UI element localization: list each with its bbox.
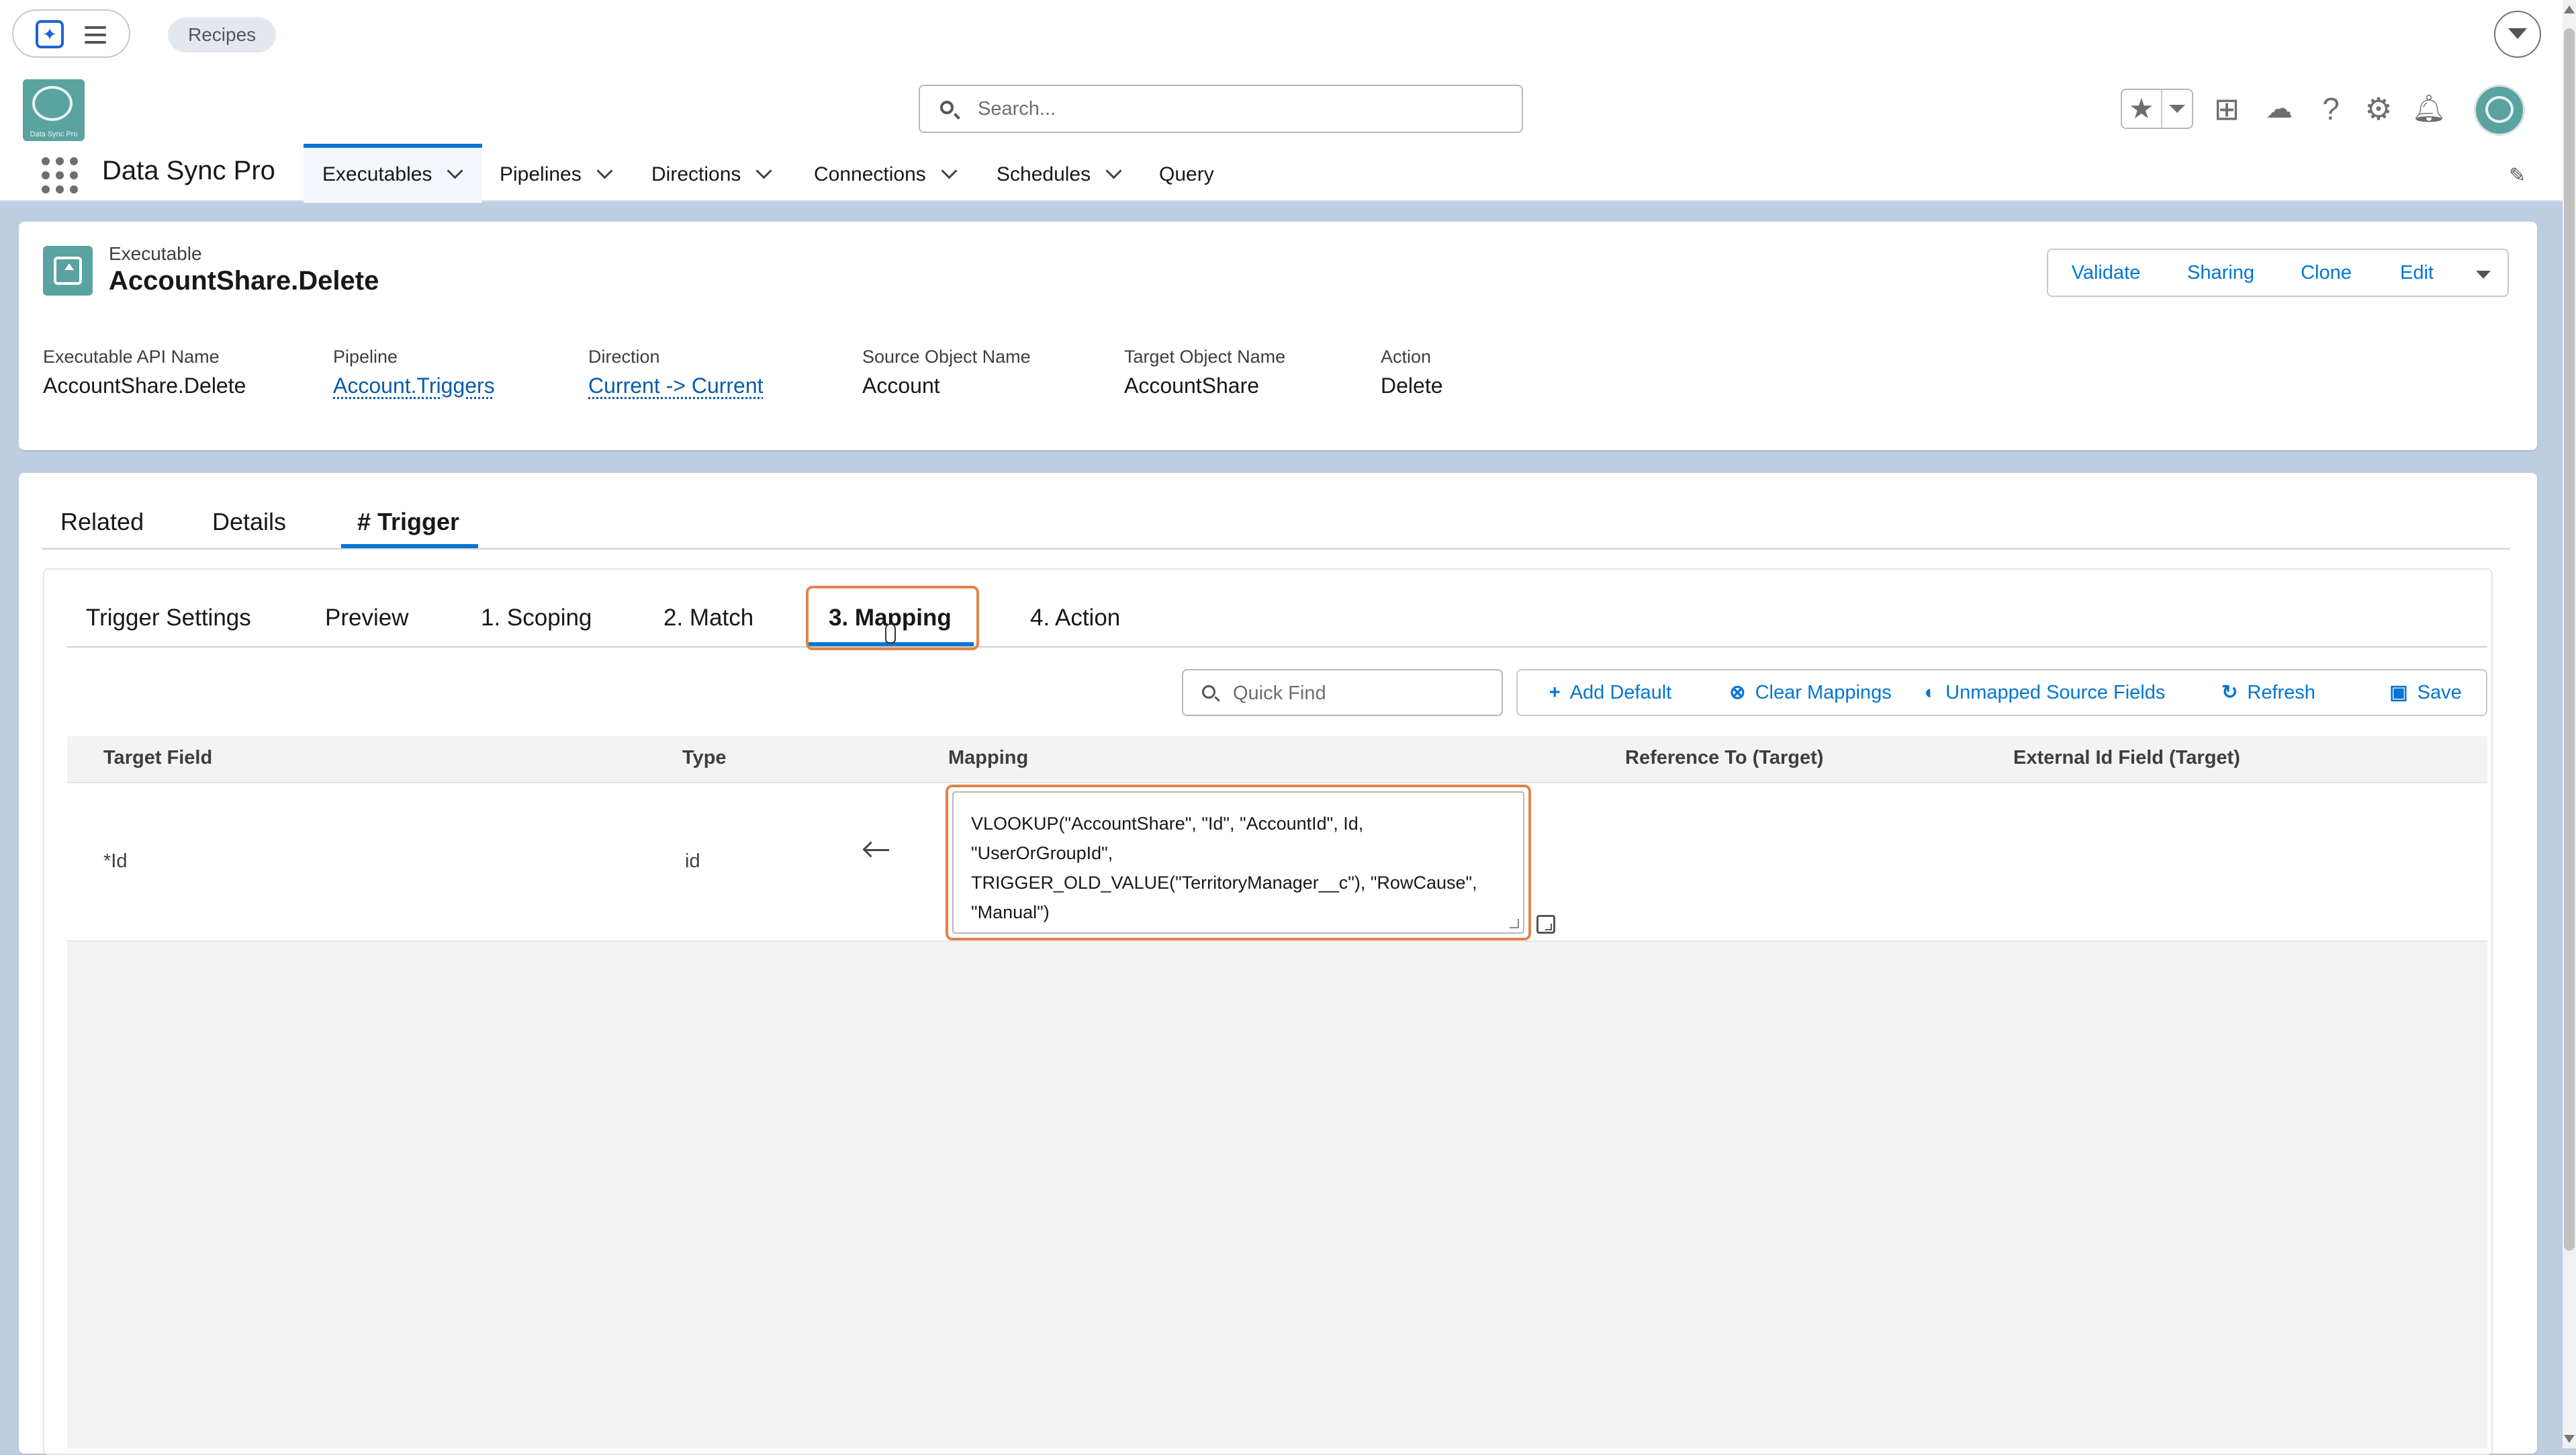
plus-icon: + (1549, 682, 1561, 703)
field-label-target-object: Target Object Name (1124, 347, 1286, 367)
subtab-scoping[interactable]: 1. Scoping (481, 605, 592, 631)
nav-tab-directions[interactable]: Directions (633, 144, 799, 203)
edit-nav-icon[interactable]: ✎ (2509, 164, 2526, 187)
chevron-down-icon[interactable] (447, 163, 463, 179)
scroll-up-icon[interactable] (2564, 5, 2575, 13)
cell-type: id (685, 850, 700, 872)
mouse-cursor (885, 623, 896, 644)
col-reference-to[interactable]: Reference To (Target) (1625, 747, 1823, 769)
subtab-preview[interactable]: Preview (325, 605, 408, 631)
resize-handle-icon[interactable] (1510, 919, 1519, 928)
app-name: Data Sync Pro (102, 156, 275, 185)
app-launcher-icon[interactable] (42, 157, 78, 193)
trailhead-icon[interactable]: ☁ (2259, 89, 2299, 129)
scrollbar-thumb[interactable] (2564, 28, 2575, 1251)
favorites-menu-icon[interactable] (2169, 105, 2185, 113)
refresh-button[interactable]: ↻ Refresh (2172, 669, 2366, 716)
field-label-source-object: Source Object Name (862, 347, 1031, 367)
field-label-api-name: Executable API Name (43, 347, 220, 367)
add-icon[interactable]: ⊞ (2208, 89, 2246, 129)
gear-icon[interactable]: ⚙ (2360, 89, 2397, 129)
mapping-formula: VLOOKUP("AccountShare", "Id", "AccountId… (971, 813, 1477, 922)
table-empty-area (67, 942, 2487, 1448)
add-default-button[interactable]: + Add Default (1516, 669, 1704, 716)
save-button[interactable]: ▣ Save (2365, 669, 2487, 716)
top-bar (0, 0, 2563, 70)
refresh-icon: ↻ (2221, 682, 2238, 703)
search-icon (940, 101, 954, 114)
global-search-input[interactable]: Search... (919, 85, 1523, 133)
quick-find-input[interactable]: Quick Find (1182, 669, 1503, 716)
nav-tab-pipelines[interactable]: Pipelines (481, 144, 633, 203)
nav-tab-query[interactable]: Query (1140, 144, 1234, 203)
field-label-pipeline: Pipeline (333, 347, 398, 367)
record-type: Executable (109, 243, 202, 264)
scroll-down-icon[interactable] (2564, 1435, 2575, 1443)
chevron-down-icon[interactable] (2494, 11, 2541, 58)
edit-button[interactable]: Edit (2375, 249, 2460, 297)
pipeline-link[interactable]: Account.Triggers (333, 373, 495, 398)
star-icon: ★ (2129, 93, 2154, 124)
chevron-down-icon[interactable] (1105, 163, 1122, 179)
sharing-button[interactable]: Sharing (2164, 249, 2279, 297)
clear-mappings-button[interactable]: ⊗ Clear Mappings (1703, 669, 1919, 716)
avatar[interactable] (2474, 85, 2525, 136)
help-icon[interactable]: ? (2314, 89, 2348, 129)
bell-icon[interactable]: 🔔︎ (2411, 89, 2447, 129)
chevron-down-icon[interactable] (596, 163, 613, 179)
save-icon: ▣ (2389, 682, 2408, 703)
tab-active-indicator (341, 544, 478, 548)
favorites-button[interactable]: ★ (2121, 89, 2193, 129)
org-logo[interactable]: Data Sync Pro (23, 79, 85, 141)
col-target-field[interactable]: Target Field (103, 747, 212, 769)
tab-trigger[interactable]: # Trigger (357, 508, 459, 536)
mapping-textarea[interactable]: VLOOKUP("AccountShare", "Id", "AccountId… (946, 785, 1531, 940)
unmapped-source-fields-button[interactable]: ◐ Unmapped Source Fields (1918, 669, 2173, 716)
app-launcher-button[interactable]: ✦ (12, 9, 130, 58)
toggle-icon: ◐ (1924, 682, 1937, 703)
more-actions-button[interactable] (2459, 249, 2509, 297)
subtab-divider (67, 646, 2487, 648)
col-external-id-field[interactable]: External Id Field (Target) (2013, 747, 2240, 769)
search-placeholder: Search... (978, 98, 1056, 120)
subtab-trigger-settings[interactable]: Trigger Settings (86, 605, 251, 631)
recipes-pill[interactable]: Recipes (168, 17, 277, 52)
nav-tab-schedules[interactable]: Schedules (978, 144, 1144, 203)
sparkle-icon: ✦ (36, 20, 64, 48)
nav-tab-executables[interactable]: Executables (304, 144, 482, 203)
cell-target-field: *Id (103, 850, 128, 872)
field-value-source-object: Account (862, 373, 940, 398)
field-value-target-object: AccountShare (1124, 373, 1260, 398)
field-value-action: Delete (1381, 373, 1443, 398)
subtab-match[interactable]: 2. Match (663, 605, 753, 631)
col-mapping[interactable]: Mapping (948, 747, 1028, 769)
menu-icon (85, 26, 106, 48)
subtab-action[interactable]: 4. Action (1030, 605, 1120, 631)
col-type[interactable]: Type (682, 747, 727, 769)
tab-divider (42, 548, 2510, 549)
validate-button[interactable]: Validate (2047, 249, 2165, 297)
tab-details[interactable]: Details (212, 508, 286, 536)
tab-related[interactable]: Related (60, 508, 144, 536)
clear-icon: ⊗ (1729, 682, 1746, 703)
caret-down-icon (2476, 271, 2491, 279)
search-icon (1202, 685, 1215, 699)
expand-editor-icon[interactable] (1536, 915, 1555, 934)
field-label-direction: Direction (588, 347, 660, 367)
nav-tab-connections[interactable]: Connections (795, 144, 980, 203)
clone-button[interactable]: Clone (2278, 249, 2376, 297)
direction-link[interactable]: Current -> Current (588, 373, 764, 398)
chevron-down-icon[interactable] (755, 163, 772, 179)
arrow-left-icon (865, 849, 889, 851)
executable-icon (43, 246, 93, 296)
page-title: AccountShare.Delete (109, 266, 379, 296)
chevron-down-icon[interactable] (941, 163, 958, 179)
field-label-action: Action (1381, 347, 1432, 367)
field-value-api-name: AccountShare.Delete (43, 373, 246, 398)
